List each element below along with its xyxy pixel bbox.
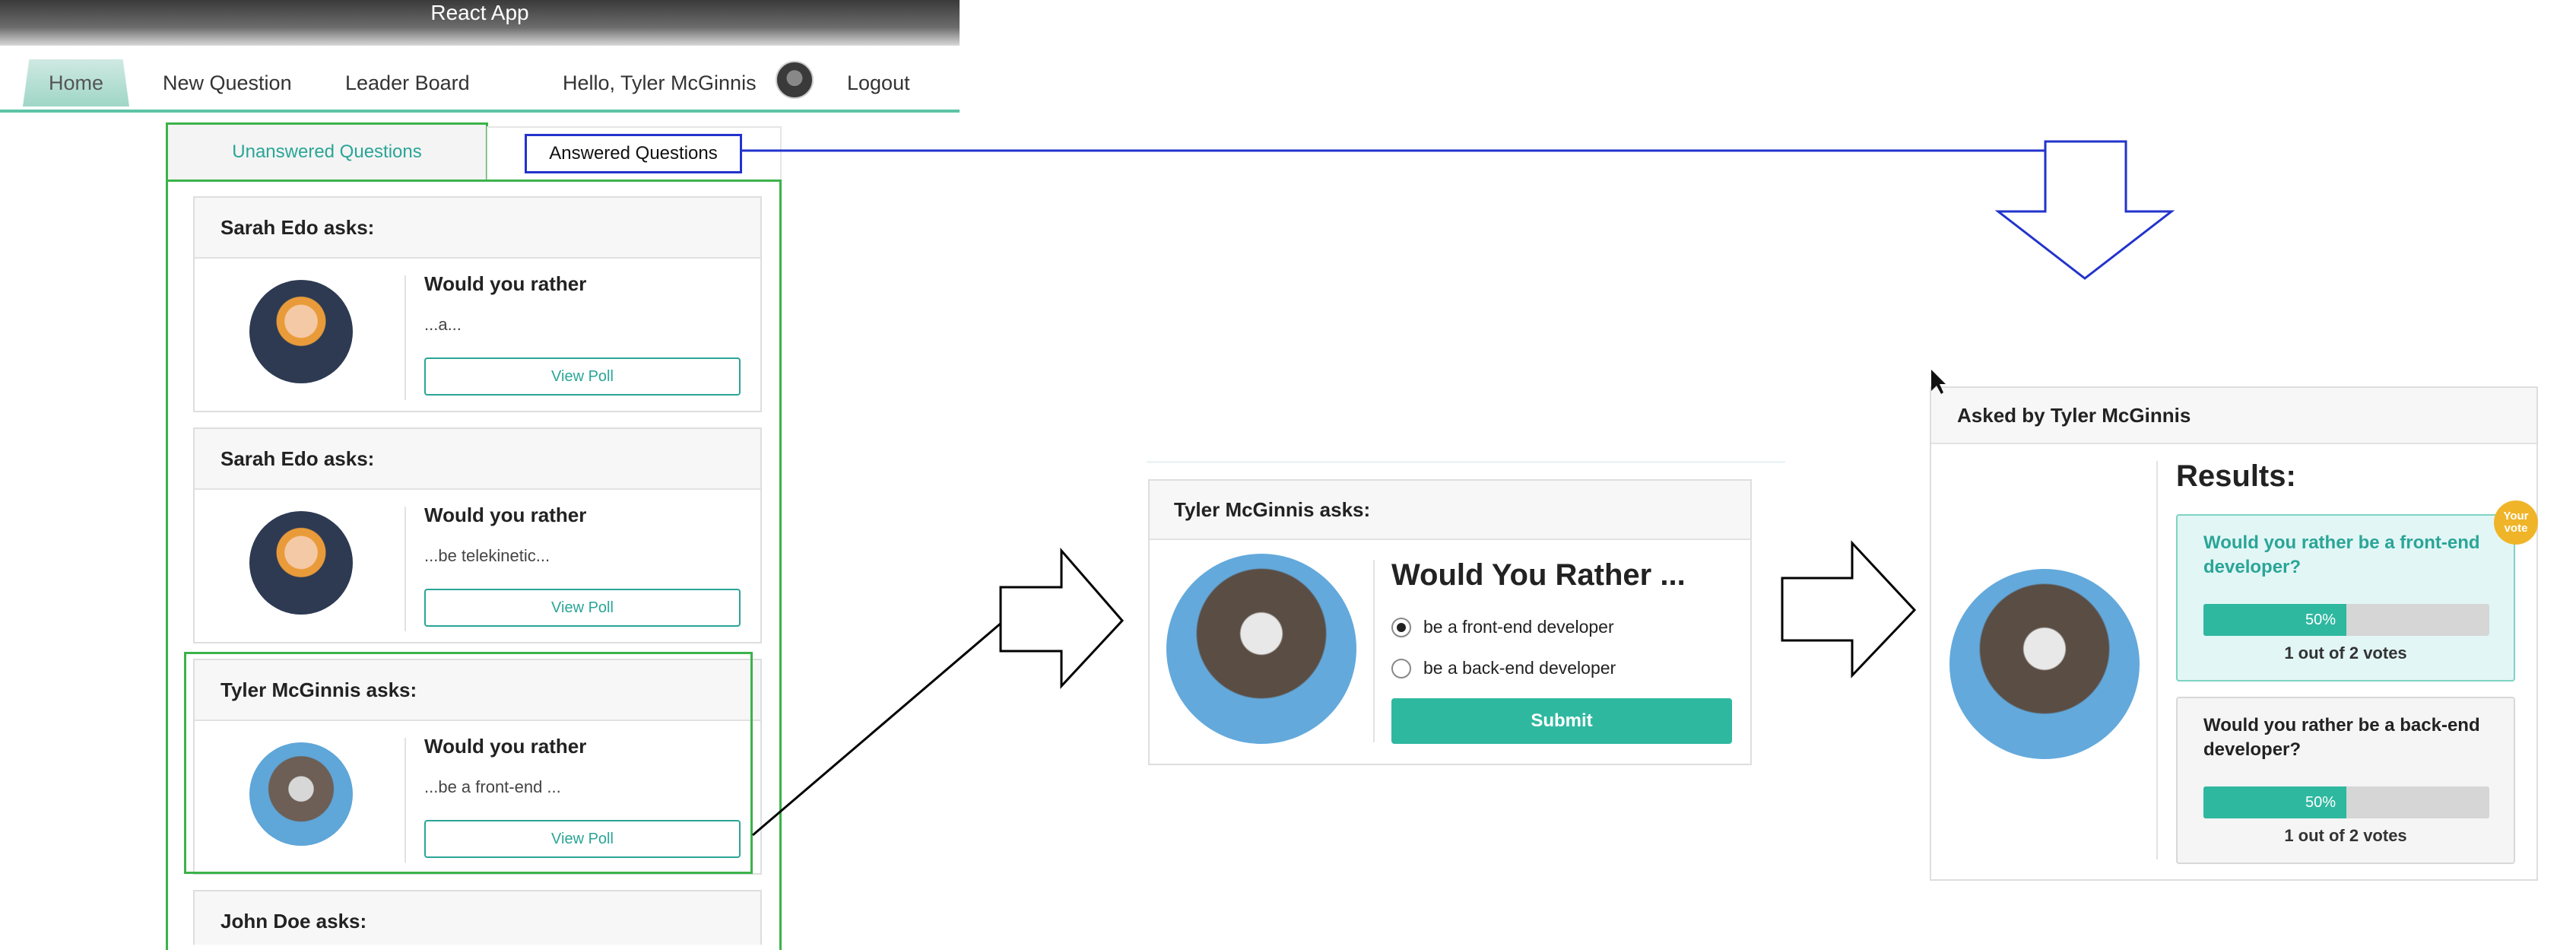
annotation-overlay bbox=[741, 140, 2175, 837]
annotation-connector-line bbox=[752, 621, 1003, 837]
down-arrow-icon bbox=[1994, 140, 2175, 280]
right-arrow-icon bbox=[1781, 540, 1917, 678]
mouse-cursor-icon bbox=[1931, 370, 1946, 394]
right-arrow-icon bbox=[999, 547, 1125, 689]
